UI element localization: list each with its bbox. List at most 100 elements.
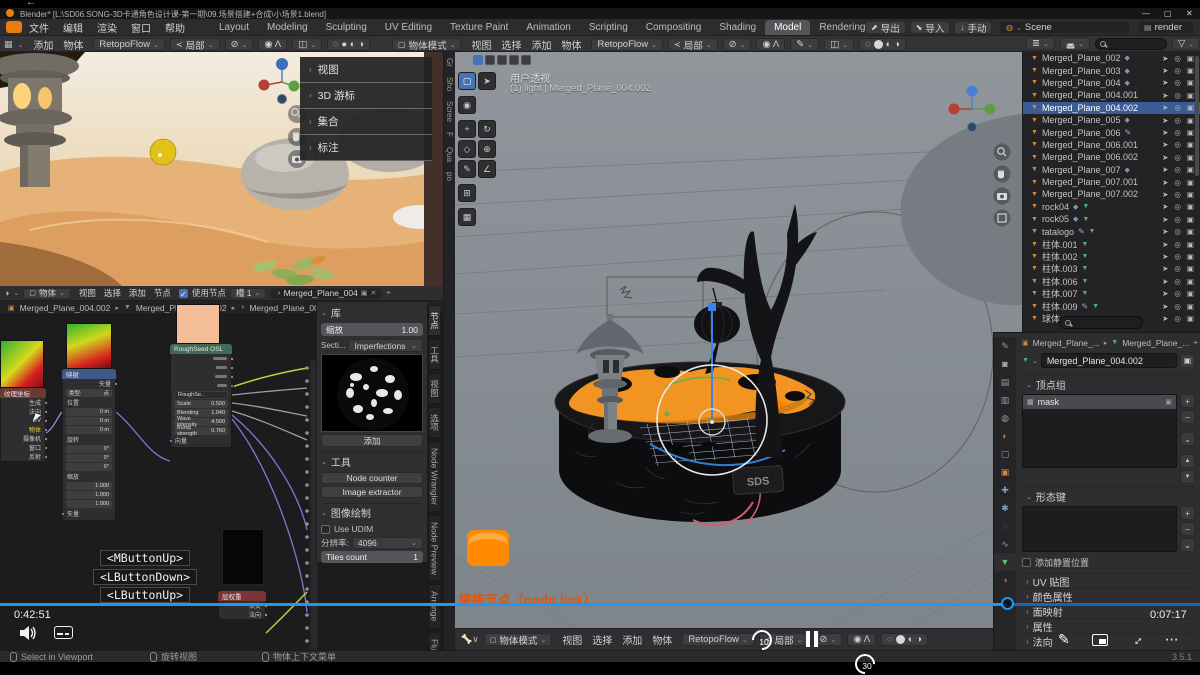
render-visibility-toggle[interactable]: ▣ <box>1187 165 1194 174</box>
filter-funnel-button[interactable]: ▽⌄ <box>1172 37 1200 50</box>
node-output-row[interactable]: 物体 <box>1 425 45 434</box>
outliner-row[interactable]: ▼ Merged_Plane_006.001 ◆ ✎ ▼ ➤ ◎ ▣ <box>1023 139 1200 151</box>
workspace-tab[interactable]: UV Editing <box>376 20 441 35</box>
sidebar-tab[interactable]: 节点 <box>428 305 440 336</box>
outliner-row[interactable]: ▼ Merged_Plane_005 ◆ ✎ ▼ ➤ ◎ ▣ <box>1023 114 1200 126</box>
value-field[interactable]: 1.000 <box>66 482 112 490</box>
back-arrow-icon[interactable]: ← <box>26 0 36 8</box>
outliner-scrollbar[interactable] <box>1195 56 1199 176</box>
snap-toggle[interactable]: ⊘⌄ <box>225 38 254 51</box>
mode-dropdown[interactable]: ▢物体模式⌄ <box>392 38 461 51</box>
menu-item[interactable]: 物体 <box>647 632 677 647</box>
vertex-group-item[interactable]: ▦ mask ▣ <box>1023 395 1176 409</box>
scale-tool[interactable]: ◇ <box>458 140 476 158</box>
selectable-toggle[interactable]: ➤ <box>1162 128 1168 137</box>
transform-orientation[interactable]: ≺局部⌄ <box>170 38 220 51</box>
remove-item-button[interactable]: − <box>1180 410 1195 424</box>
render-visibility-toggle[interactable]: ▣ <box>1187 289 1194 298</box>
value-field[interactable]: 0° <box>66 454 112 462</box>
node-output-row[interactable]: 法向 <box>219 610 265 619</box>
extra-tool[interactable]: ▦ <box>458 208 476 226</box>
socket-icon[interactable] <box>44 410 48 414</box>
tab-scene[interactable]: ◍ <box>994 409 1016 427</box>
tab-physics[interactable]: ◌ <box>994 517 1016 535</box>
outliner-filter-icon[interactable]: ◛⌄ <box>1060 37 1090 50</box>
resolution-dropdown[interactable]: 4096⌄ <box>352 537 423 549</box>
sidebar-tab[interactable]: 选项 <box>428 407 440 438</box>
menu-item[interactable]: 帮助 <box>158 20 192 35</box>
overlays-popover[interactable]: ◫⌄ <box>824 38 854 51</box>
shading-modes[interactable]: ◌ ● ◐ ◑ <box>327 38 370 51</box>
tweak-tool[interactable]: ◉ <box>458 96 476 114</box>
hide-toggle[interactable]: ◎ <box>1174 91 1181 100</box>
socket-icon[interactable] <box>44 428 48 432</box>
socket-icon[interactable] <box>44 401 48 405</box>
retopoflow-menu[interactable]: RetopoFlow⌄ <box>591 38 663 51</box>
outliner-row[interactable]: ▼ Merged_Plane_004 ◆ ✎ ▼ ➤ ◎ ▣ <box>1023 77 1200 89</box>
more-options-icon[interactable]: ⋯ <box>1165 631 1180 648</box>
socket-icon[interactable] <box>44 419 48 423</box>
menu-item[interactable]: 视图 <box>466 37 496 52</box>
move-tool[interactable]: + <box>458 120 476 138</box>
sidebar-tab[interactable]: Node Preview <box>428 515 440 582</box>
maximize-button[interactable]: ▢ <box>1164 9 1172 18</box>
hide-toggle[interactable]: ◎ <box>1174 202 1181 211</box>
hide-toggle[interactable]: ◎ <box>1174 227 1181 236</box>
selectable-toggle[interactable]: ➤ <box>1162 78 1168 87</box>
mode-dropdown[interactable]: ▢物体模式⌄ <box>484 633 553 646</box>
outliner-row[interactable]: ▼ rock05 ◆ ✎ ▼ ➤ ◎ ▣ <box>1023 213 1200 225</box>
add-cube-tool[interactable]: ⊞ <box>458 184 476 202</box>
hide-toggle[interactable]: ◎ <box>1174 153 1181 162</box>
snap-toggle[interactable]: ⊘⌄ <box>723 38 752 51</box>
menu-item[interactable]: 添加 <box>125 287 150 299</box>
data-name-field[interactable]: Merged_Plane_004.002 <box>1041 353 1177 368</box>
tab-render[interactable]: ◙ <box>994 355 1016 373</box>
slider-field[interactable]: Scale0.500 <box>174 400 228 408</box>
outliner-search-input[interactable] <box>1095 38 1167 50</box>
node-output-row[interactable]: 摄像机 <box>1 434 45 443</box>
hide-toggle[interactable]: ◎ <box>1174 215 1181 224</box>
skip-forward-button[interactable]: 30 <box>855 654 879 675</box>
sidebar-tab[interactable]: Arrange <box>428 584 440 628</box>
orange-cube[interactable] <box>467 530 509 566</box>
sidebar-section[interactable]: › 3D 游标 <box>300 83 432 109</box>
editor-type-icon[interactable]: ◑ <box>4 288 9 298</box>
render-visibility-toggle[interactable]: ▣ <box>1187 66 1194 75</box>
menu-item[interactable]: 文件 <box>22 20 56 35</box>
render-visibility-toggle[interactable]: ▣ <box>1187 215 1194 224</box>
menu-item[interactable]: 视图 <box>75 287 100 299</box>
slider-field[interactable]: Bump strength0.760 <box>174 427 228 435</box>
tab-particles[interactable]: ✱ <box>994 499 1016 517</box>
workspace-tab[interactable]: Model <box>765 20 810 35</box>
selectable-toggle[interactable]: ➤ <box>1162 190 1168 199</box>
menu-item[interactable]: 添加 <box>617 632 647 647</box>
outliner-row[interactable]: ▼ Merged_Plane_002 ◆ ✎ ▼ ➤ ◎ ▣ <box>1023 52 1200 64</box>
tab-object-data[interactable]: ▼ <box>994 553 1016 571</box>
render-visibility-toggle[interactable]: ▣ <box>1187 302 1194 311</box>
render-visibility-toggle[interactable]: ▣ <box>1187 153 1194 162</box>
sidebar-tab[interactable]: 视图 <box>428 373 440 404</box>
tab-object[interactable]: ▣ <box>994 463 1016 481</box>
rest-position-checkbox[interactable] <box>1022 558 1031 567</box>
specials-menu-button[interactable]: ⌄ <box>1180 432 1195 446</box>
hide-toggle[interactable]: ◎ <box>1174 240 1181 249</box>
outliner-row[interactable]: ▼ 柱体.001 ◆ ✎ ▼ ➤ ◎ ▣ <box>1023 238 1200 250</box>
menu-item[interactable]: 节点 <box>150 287 175 299</box>
hide-toggle[interactable]: ◎ <box>1174 78 1181 87</box>
render-visibility-toggle[interactable]: ▣ <box>1187 140 1194 149</box>
selectable-toggle[interactable]: ➤ <box>1162 54 1168 63</box>
selectable-toggle[interactable]: ➤ <box>1162 314 1168 323</box>
hide-toggle[interactable]: ◎ <box>1174 190 1181 199</box>
paint-mask-icons[interactable] <box>473 55 531 65</box>
render-viewport[interactable]: › 视图 › 3D 游标 › 集合 › 标注 <box>0 52 443 286</box>
workspace-tab[interactable]: Compositing <box>637 20 711 35</box>
node-roughness-group[interactable]: RoughSeed OSL RoughSe.. Scale0.500 <box>170 344 232 448</box>
value-field[interactable]: 0 m <box>66 417 112 425</box>
skip-back-button[interactable]: 10 <box>752 630 776 654</box>
hide-toggle[interactable]: ◎ <box>1174 140 1181 149</box>
workspace-tab[interactable]: Scripting <box>580 20 637 35</box>
socket-icon[interactable] <box>44 446 48 450</box>
edit-icon[interactable]: ✎ <box>1058 631 1070 648</box>
render-visibility-toggle[interactable]: ▣ <box>1187 116 1194 125</box>
sidebar-tab[interactable]: Fluent <box>428 632 440 650</box>
